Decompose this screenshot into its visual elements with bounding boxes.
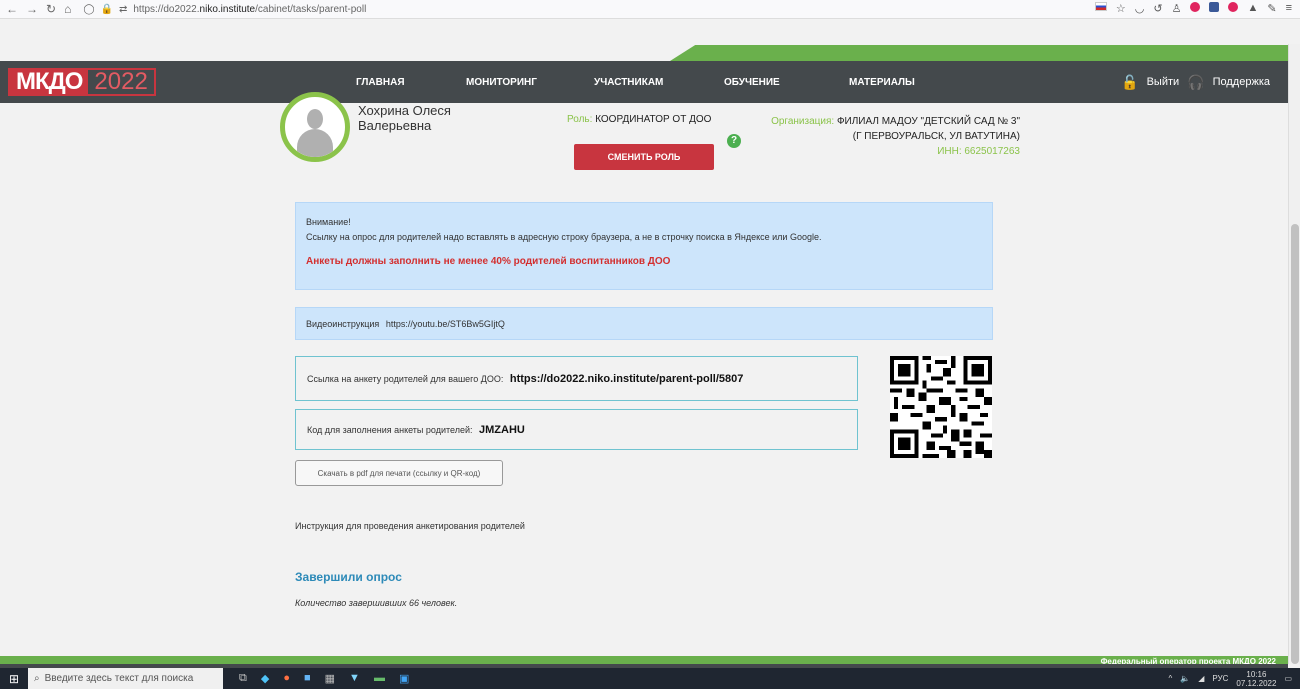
avatar (280, 92, 350, 162)
menu-item-learning[interactable]: ОБУЧЕНИЕ (724, 77, 849, 88)
scrollbar-thumb[interactable] (1291, 224, 1299, 664)
search-icon: ⌕ (34, 673, 40, 684)
extension-blue-icon[interactable] (1209, 2, 1220, 12)
poll-link-url[interactable]: https://do2022.niko.institute/parent-pol… (510, 373, 743, 385)
organization-info: Организация: ФИЛИАЛ МАДОУ "ДЕТСКИЙ САД №… (770, 114, 1020, 159)
instruction-link[interactable]: Инструкция для проведения анкетирования … (295, 521, 525, 531)
extensions-bar: ☆ ◡ ↺ ♙ ▲ ✎ ≡ (1094, 2, 1292, 15)
logo-year: 2022 (94, 68, 148, 95)
role-info: Роль: КООРДИНАТОР ОТ ДОО (567, 114, 711, 125)
poll-code-label: Код для заполнения анкеты родителей: (307, 425, 473, 435)
address-bar[interactable]: ◯ 🔒 ⇄ https://do2022.niko.institute/cabi… (83, 4, 366, 15)
notifications-icon[interactable]: ▭ (1284, 674, 1292, 683)
notice-box: Внимание! Ссылку на опрос для родителей … (295, 202, 993, 290)
notice-warning: Анкеты должны заполнить не менее 40% род… (306, 256, 671, 267)
poll-link-label: Ссылка на анкету родителей для вашего ДО… (307, 374, 504, 384)
main-menu: ГЛАВНАЯ МОНИТОРИНГ УЧАСТНИКАМ ОБУЧЕНИЕ М… (356, 61, 915, 103)
taskbar-search-placeholder: Введите здесь текст для поиска (44, 673, 194, 684)
address-url: https://do2022.niko.institute/cabinet/ta… (133, 3, 367, 15)
taskbar-apps: ⧉ ◆ ● ■ ▦ ▼ ▬ ▣ (239, 672, 409, 685)
task-view-icon[interactable]: ⧉ (239, 672, 247, 685)
header-accent (670, 45, 1300, 61)
lock-icon: 🔒 (100, 3, 113, 15)
change-role-button[interactable]: СМЕНИТЬ РОЛЬ (574, 144, 714, 170)
org-label: Организация: (771, 116, 835, 127)
role-value: КООРДИНАТОР ОТ ДОО (595, 114, 712, 125)
header-actions: 🔓 Выйти 🎧 Поддержка (1121, 61, 1270, 103)
help-icon[interactable]: ? (727, 134, 741, 148)
home-icon[interactable]: ⌂ (64, 2, 71, 16)
role-label: Роль: (567, 114, 593, 125)
menu-item-participants[interactable]: УЧАСТНИКАМ (594, 77, 724, 88)
org-value: ФИЛИАЛ МАДОУ "ДЕТСКИЙ САД № 3" (Г ПЕРВОУ… (836, 116, 1020, 142)
download-pdf-button[interactable]: Скачать в pdf для печати (ссылку и QR-ко… (295, 460, 503, 486)
logo-mkdo: МКДО (10, 70, 89, 94)
completed-title: Завершили опрос (295, 570, 402, 584)
clock[interactable]: 10:16 07.12.2022 (1236, 670, 1276, 688)
notice-text: Ссылку на опрос для родителей надо встав… (306, 232, 822, 242)
back-icon[interactable]: ← (6, 2, 18, 16)
clock-date: 07.12.2022 (1236, 678, 1277, 688)
word-icon[interactable]: ▣ (399, 672, 409, 685)
account-icon[interactable]: ♙ (1172, 2, 1182, 15)
notice-title: Внимание! (306, 217, 351, 227)
permissions-icon: ⇄ (118, 3, 128, 15)
taskbar-search[interactable]: ⌕ Введите здесь текст для поиска (28, 668, 223, 689)
menu-item-home[interactable]: ГЛАВНАЯ (356, 77, 466, 88)
extensions-icon[interactable]: ✎ (1267, 2, 1276, 15)
video-instruction-box: Видеоинструкция https://youtu.be/ST6Bw5G… (295, 307, 993, 340)
clock-time: 10:16 (1246, 669, 1267, 679)
extension-badge-icon[interactable] (1228, 2, 1239, 12)
menu-item-monitoring[interactable]: МОНИТОРИНГ (466, 77, 594, 88)
page-top-area (0, 18, 1300, 46)
video-link[interactable]: https://youtu.be/ST6Bw5GIjtQ (386, 319, 505, 329)
menu-icon[interactable]: ≡ (1286, 2, 1292, 15)
qr-code (890, 356, 992, 458)
logout-link[interactable]: Выйти (1147, 76, 1180, 88)
headphones-icon[interactable]: 🎧 (1187, 74, 1204, 91)
bookmark-star-icon[interactable]: ☆ (1116, 2, 1126, 15)
menu-item-materials[interactable]: МАТЕРИАЛЫ (849, 77, 915, 88)
app-icon-2[interactable]: ▼ (349, 672, 360, 685)
flag-icon[interactable] (1094, 2, 1107, 11)
poll-link-box: Ссылка на анкету родителей для вашего ДО… (295, 356, 858, 401)
avatar-head (307, 109, 323, 129)
completed-count: Количество завершивших 66 человек. (295, 598, 458, 608)
windows-taskbar: ⊞ ⌕ Введите здесь текст для поиска ⧉ ◆ ●… (0, 668, 1300, 689)
app-icon-1[interactable]: ◆ (261, 672, 269, 685)
network-icon[interactable]: ◢ (1198, 674, 1204, 683)
tray-arrow-icon[interactable]: ^ (1168, 674, 1172, 683)
video-label: Видеоинструкция (306, 319, 380, 329)
browser-nav: ← → ↻ ⌂ (0, 2, 71, 16)
browser-toolbar: ← → ↻ ⌂ ◯ 🔒 ⇄ https://do2022.niko.instit… (0, 0, 1300, 18)
user-name: Хохрина Олеся Валерьевна (358, 103, 451, 133)
unlock-icon[interactable]: 🔓 (1121, 74, 1138, 91)
volume-icon[interactable]: 🔈 (1180, 674, 1190, 683)
inn-value: ИНН: 6625017263 (937, 146, 1020, 157)
avatar-body (297, 129, 333, 157)
system-tray: ^ 🔈 ◢ РУС 10:16 07.12.2022 ▭ (1168, 668, 1292, 689)
support-link[interactable]: Поддержка (1213, 76, 1270, 88)
extension-red-icon[interactable] (1190, 2, 1201, 12)
page-scrollbar[interactable] (1288, 44, 1300, 664)
firefox-icon[interactable]: ● (283, 672, 290, 685)
language-indicator[interactable]: РУС (1212, 674, 1228, 683)
pocket-icon[interactable]: ◡ (1135, 2, 1145, 15)
history-icon[interactable]: ↺ (1153, 2, 1162, 15)
extension-triangle-icon[interactable]: ▲ (1247, 2, 1258, 15)
app-icon-3[interactable]: ▬ (374, 672, 385, 685)
site-logo[interactable]: МКДО 2022 (8, 68, 156, 96)
save-app-icon[interactable]: ■ (304, 672, 311, 685)
windows-start-icon[interactable]: ⊞ (0, 668, 28, 689)
reload-icon[interactable]: ↻ (46, 2, 56, 16)
calculator-icon[interactable]: ▦ (325, 672, 335, 685)
forward-icon[interactable]: → (26, 2, 38, 16)
shield-icon: ◯ (83, 3, 95, 15)
poll-code-value: JMZAHU (479, 424, 525, 436)
poll-code-box: Код для заполнения анкеты родителей: JMZ… (295, 409, 858, 450)
site-header: МКДО 2022 ГЛАВНАЯ МОНИТОРИНГ УЧАСТНИКАМ … (0, 61, 1288, 103)
